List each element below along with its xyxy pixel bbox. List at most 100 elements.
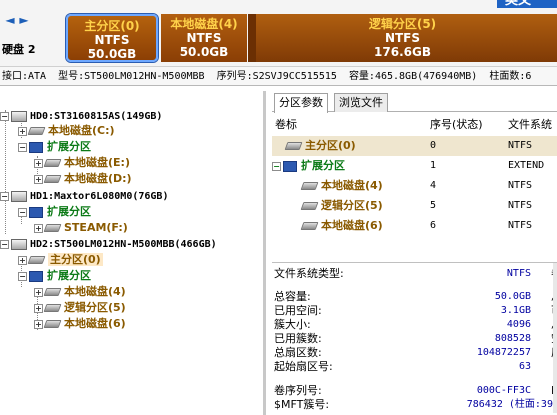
volume-icon	[43, 304, 62, 312]
tree-item-hd2[interactable]: − HD2:ST500LM012HN-M500MBB(466GB)	[0, 236, 217, 252]
collapse-toggle-icon[interactable]: −	[0, 191, 9, 201]
tree-item-local-4[interactable]: + 本地磁盘(4)	[34, 284, 126, 300]
expand-toggle-icon[interactable]: +	[34, 158, 43, 168]
details-scrollbar[interactable]	[553, 263, 557, 413]
detail-key: 文件系统类型:	[274, 267, 344, 280]
expand-toggle-icon[interactable]: +	[34, 319, 43, 329]
volume-icon	[43, 288, 62, 296]
tree-item-label: 本地磁盘(6)	[64, 317, 126, 330]
volume-icon	[284, 142, 303, 150]
extended-partition-icon	[283, 160, 297, 172]
tree-item-label: HD0:ST3160815AS(149GB)	[30, 111, 163, 122]
detail-value: 3.1GB	[500, 305, 531, 316]
tree-item-d-drive[interactable]: + 本地磁盘(D:)	[34, 171, 132, 187]
collapse-toggle-icon[interactable]: −	[18, 207, 27, 217]
partition-block-logical-5[interactable]: 逻辑分区(5) NTFS 176.6GB	[248, 14, 557, 62]
row-fs: EXTEND	[508, 160, 545, 171]
table-row[interactable]: 本地磁盘(4) 4 NTFS	[272, 176, 557, 196]
collapse-toggle-icon[interactable]: −	[0, 239, 9, 249]
tree-item-primary-0[interactable]: + 主分区(0)	[18, 252, 103, 268]
collapse-toggle-icon[interactable]: −	[0, 111, 9, 121]
corner-tab[interactable]: 英文	[497, 0, 557, 8]
extended-partition-icon	[29, 141, 43, 153]
serial-text: 序列号:S2SVJ9CC515515	[216, 71, 337, 82]
tab-partition-params[interactable]: 分区参数	[274, 93, 328, 113]
table-row[interactable]: 本地磁盘(6) 6 NTFS	[272, 216, 557, 236]
expand-toggle-icon[interactable]: +	[34, 174, 43, 184]
detail-key: $MFT簇号:	[274, 398, 330, 411]
tree-item-label: HD1:Maxtor6L080M0(76GB)	[30, 191, 169, 202]
partition-fs: NTFS	[384, 31, 421, 45]
volume-icon	[300, 182, 319, 190]
back-arrow-icon[interactable]: ◄	[4, 12, 16, 28]
row-name: 主分区(0)	[284, 136, 356, 156]
collapse-toggle-icon[interactable]: −	[18, 271, 27, 281]
detail-mft: $MFT簇号: 786432 (柱面:391	[274, 398, 557, 412]
tree-item-hd0[interactable]: − HD0:ST3160815AS(149GB)	[0, 108, 162, 124]
volume-icon	[27, 127, 46, 135]
expand-toggle-icon[interactable]: +	[34, 223, 43, 233]
partition-fs: NTFS	[94, 33, 130, 47]
column-header-index[interactable]: 序号(状态)	[430, 114, 483, 136]
volume-icon	[43, 224, 62, 232]
partition-block-local-4[interactable]: 本地磁盘(4) NTFS 50.0GB	[161, 14, 247, 62]
tree-item-hd1[interactable]: − HD1:Maxtor6L080M0(76GB)	[0, 188, 168, 204]
detail-used-clusters: 已用簇数: 808528 空	[274, 332, 557, 346]
volume-icon	[43, 175, 62, 183]
hard-disk-icon	[11, 190, 27, 202]
expand-toggle-icon[interactable]: +	[34, 303, 43, 313]
partition-name: 逻辑分区(5)	[368, 17, 437, 31]
table-row[interactable]: − 扩展分区 1 EXTEND	[272, 156, 557, 176]
detail-value: 808528	[494, 333, 531, 344]
detail-value: 50.0GB	[494, 291, 531, 302]
tree-item-logical-5[interactable]: + 逻辑分区(5)	[34, 300, 126, 316]
row-index: 4	[430, 180, 437, 191]
volume-icon	[43, 159, 62, 167]
detail-key: 已用空间:	[274, 304, 322, 317]
partition-name: 本地磁盘(4)	[170, 17, 238, 31]
extended-partition-icon	[29, 270, 43, 282]
expand-toggle-icon[interactable]: +	[34, 287, 43, 297]
row-index: 0	[430, 140, 437, 151]
tree-item-local-6[interactable]: + 本地磁盘(6)	[34, 316, 126, 332]
table-row[interactable]: 逻辑分区(5) 5 NTFS	[272, 196, 557, 216]
partition-block-primary[interactable]: 主分区(0) NTFS 50.0GB	[66, 14, 158, 62]
detail-key: 簇大小:	[274, 318, 311, 331]
forward-arrow-icon[interactable]: ►	[18, 12, 30, 28]
row-fs: NTFS	[508, 200, 533, 211]
tree-item-e-drive[interactable]: + 本地磁盘(E:)	[34, 155, 130, 171]
hard-disk-icon	[11, 238, 27, 250]
tree-item-label: 主分区(0)	[48, 253, 103, 266]
row-name: 本地磁盘(4)	[300, 176, 383, 196]
capacity-text: 容量:465.8GB(476940MB)	[348, 71, 478, 82]
tree-item-label: STEAM(F:)	[64, 221, 128, 234]
partition-details: 文件系统类型: NTFS 卷 总容量: 50.0GB 总 已用空间: 3.1GB…	[272, 262, 557, 415]
tree-item-extended-hd0[interactable]: − 扩展分区	[18, 139, 91, 155]
collapse-toggle-icon[interactable]: −	[18, 142, 27, 152]
disk-map-bar: ◄ ► 硬盘 2 英文 主分区(0) NTFS 50.0GB 本地磁盘(4) N…	[0, 0, 557, 66]
detail-value: 104872257	[476, 347, 531, 358]
tree-item-label: 本地磁盘(C:)	[48, 124, 115, 137]
tree-item-c-drive[interactable]: + 本地磁盘(C:)	[18, 123, 115, 139]
row-name: − 扩展分区	[272, 159, 345, 172]
tab-browse-files[interactable]: 浏览文件	[334, 93, 388, 112]
detail-key: 总扇区数:	[274, 346, 322, 359]
column-header-fs[interactable]: 文件系统	[508, 114, 552, 136]
detail-value: 786432 (柱面:391	[466, 399, 557, 410]
row-index: 6	[430, 220, 437, 231]
hard-disk-icon	[11, 110, 27, 122]
expand-toggle-icon[interactable]: +	[18, 255, 27, 265]
tree-item-label: 本地磁盘(D:)	[64, 172, 132, 185]
tree-item-extended-hd2[interactable]: − 扩展分区	[18, 268, 91, 284]
detail-key: 卷序列号:	[274, 384, 322, 397]
collapse-toggle-icon[interactable]: −	[272, 161, 281, 171]
volume-icon	[27, 256, 46, 264]
tree-item-extended-hd1[interactable]: − 扩展分区	[18, 204, 91, 220]
extended-partition-icon	[29, 206, 43, 218]
detail-value: 63	[518, 361, 531, 372]
column-header-label[interactable]: 卷标	[275, 114, 297, 136]
tree-item-steam[interactable]: + STEAM(F:)	[34, 220, 128, 236]
expand-toggle-icon[interactable]: +	[18, 126, 27, 136]
detail-cluster: 簇大小: 4096 总	[274, 318, 557, 332]
table-row[interactable]: 主分区(0) 0 NTFS	[272, 136, 557, 156]
